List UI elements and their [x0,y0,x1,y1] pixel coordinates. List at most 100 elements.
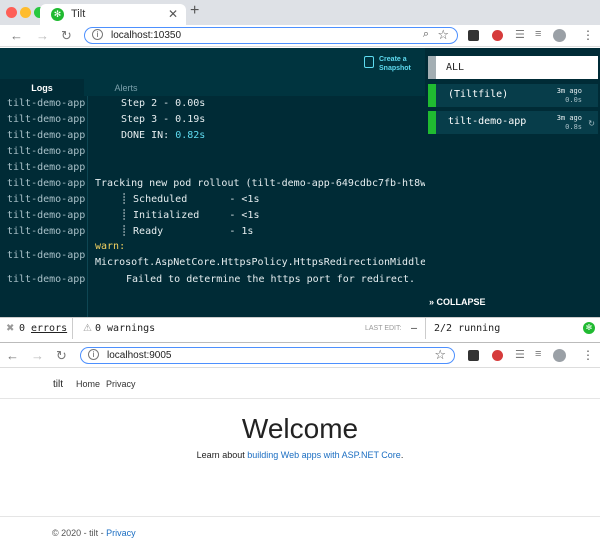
nav-privacy-link[interactable]: Privacy [106,379,136,389]
log-pane: Create a Snapshot Logs Alerts tilt-demo-a… [0,48,468,356]
browser-toolbar: ← → ↻ i localhost:10350 ⌕ ☆ ☰ ≡ ⋮ [0,25,600,47]
extensions-menu-icon[interactable]: ☰ [515,348,525,361]
reload-icon[interactable]: ↻ [56,348,67,364]
footer-privacy-link[interactable]: Privacy [106,528,136,538]
log-tabs: Logs Alerts [0,79,425,96]
status-bar [428,56,436,79]
forward-arrow-icon[interactable]: → [36,28,49,43]
log-line: ┊ Ready - 1s [121,226,254,237]
log-line: ┊ Scheduled - <1s [121,194,260,205]
rebuild-icon[interactable]: ↻ [588,119,595,128]
resource-name: ALL [446,62,465,73]
address-bar[interactable]: i localhost:10350 ⌕ ☆ [84,27,458,44]
nav-home-link[interactable]: Home [76,379,100,389]
aspnet-docs-link[interactable]: building Web apps with ASP.NET Core [247,450,401,460]
tab-alerts[interactable]: Alerts [84,79,168,96]
browser2-toolbar: ← → ↻ i localhost:9005 ☆ ☰ ≡ ⋮ [0,342,600,368]
errors-link[interactable]: errors [31,323,67,334]
page-title: Welcome [241,413,359,444]
resource-item-tiltfile[interactable]: (Tiltfile) 3m ago 0.0s [428,84,598,107]
back-arrow-icon[interactable]: ← [10,28,23,43]
tilt-app: Create a Snapshot Logs Alerts tilt-demo-a… [0,48,600,356]
log-line: Microsoft.AspNetCore.HttpsPolicy.HttpsRe… [95,257,469,268]
resource-sidebar: ALL (Tiltfile) 3m ago 0.0s tilt-demo-app… [425,48,600,317]
log-prefix: tilt-demo-app [7,250,86,261]
log-prefix: tilt-demo-app [7,162,86,173]
log-line: Step 3 - 0.19s [121,114,206,125]
extension-icon[interactable] [468,350,479,361]
address-bar[interactable]: i localhost:9005 ☆ [80,347,455,364]
log-line: Tracking new pod rollout (tilt-demo-app-… [95,178,445,189]
info-icon[interactable]: i [88,349,99,360]
close-window-button[interactable] [6,7,17,18]
close-tab-icon[interactable]: ✕ [168,7,178,21]
status-bar [428,111,436,134]
log-line: Step 2 - 0.00s [121,98,206,109]
reload-icon[interactable]: ↻ [61,28,72,44]
tab-logs[interactable]: Logs [0,79,84,96]
browser-tab-strip: ✻ Tilt ✕ + [0,0,600,25]
more-menu-icon[interactable]: ⋮ [582,28,594,42]
site-footer: © 2020 - tilt - Privacy [0,516,600,547]
site-navbar: tilt Home Privacy [0,368,600,399]
demo-site: tilt Home Privacy Welcome Learn about bu… [0,368,600,547]
learn-prefix: Learn about [196,450,248,460]
log-output: tilt-demo-app tilt-demo-app tilt-demo-ap… [0,96,468,356]
minimize-window-button[interactable] [20,7,31,18]
log-prefix: tilt-demo-app [7,98,86,109]
bookmark-star-icon[interactable]: ☆ [434,347,446,363]
extensions-menu-icon[interactable]: ☰ [515,28,525,41]
last-edit-value: — [411,323,418,334]
warning-icon: ⚠ [83,323,92,334]
log-prefix: tilt-demo-app [7,194,86,205]
profile-avatar[interactable] [553,29,566,42]
warnings-count: 0 warnings [95,323,156,334]
resource-time-ago: 3m ago [556,114,582,122]
resource-item-all[interactable]: ALL [428,56,598,79]
collapse-button[interactable]: » COLLAPSE [429,297,486,307]
profile-avatar[interactable] [553,349,566,362]
reading-list-icon[interactable]: ≡ [535,28,541,40]
forward-arrow-icon[interactable]: → [31,348,44,363]
adblock-extension-icon[interactable] [492,350,503,361]
tab-title: Tilt [71,8,86,20]
bookmark-star-icon[interactable]: ☆ [437,27,449,43]
status-bar [428,84,436,107]
errors-count: 0 [19,323,26,334]
log-prefix: tilt-demo-app [7,274,86,285]
chevron-double-right-icon: » [429,297,435,307]
create-snapshot-button[interactable]: Create a Snapshot [364,54,424,76]
error-icon: ✖ [6,323,15,334]
snapshot-icon [364,56,374,68]
back-arrow-icon[interactable]: ← [6,348,19,363]
new-tab-icon[interactable]: + [190,2,199,20]
done-value: 0.82s [175,130,206,141]
log-line: DONE IN: 0.82s [121,130,205,141]
search-icon[interactable]: ⌕ [423,28,429,41]
site-brand[interactable]: tilt [53,379,63,390]
browser-tab[interactable]: ✻ Tilt ✕ [40,4,186,25]
info-icon[interactable]: i [92,29,103,40]
log-line: ┊ Initialized - <1s [121,210,260,221]
snapshot-label-line2: Snapshot [379,65,411,72]
tilt-status-bar: ✖ 0 errors ⚠ 0 warnings LAST EDIT: — 2/2… [0,317,600,339]
snapshot-label-line1: Create a [379,56,407,63]
log-prefix: tilt-demo-app [7,130,86,141]
tilt-logo-icon[interactable]: ✻ [583,322,595,334]
resource-item-tilt-demo-app[interactable]: tilt-demo-app 3m ago 0.8s ↻ [428,111,598,134]
resource-duration: 0.8s [565,123,582,131]
done-label: DONE IN: [121,130,176,141]
log-prefix: tilt-demo-app [7,114,86,125]
log-prefix-column: tilt-demo-app tilt-demo-app tilt-demo-ap… [0,96,88,317]
log-warn-label: warn: [95,241,126,252]
last-edit-label: LAST EDIT: [365,325,402,332]
reading-list-icon[interactable]: ≡ [535,348,541,360]
log-prefix: tilt-demo-app [7,178,86,189]
log-prefix: tilt-demo-app [7,146,86,157]
extension-icon[interactable] [468,30,479,41]
more-menu-icon[interactable]: ⋮ [582,348,594,362]
adblock-extension-icon[interactable] [492,30,503,41]
resource-name: (Tiltfile) [448,89,509,100]
resource-duration: 0.0s [565,96,582,104]
learn-suffix: . [400,450,404,460]
